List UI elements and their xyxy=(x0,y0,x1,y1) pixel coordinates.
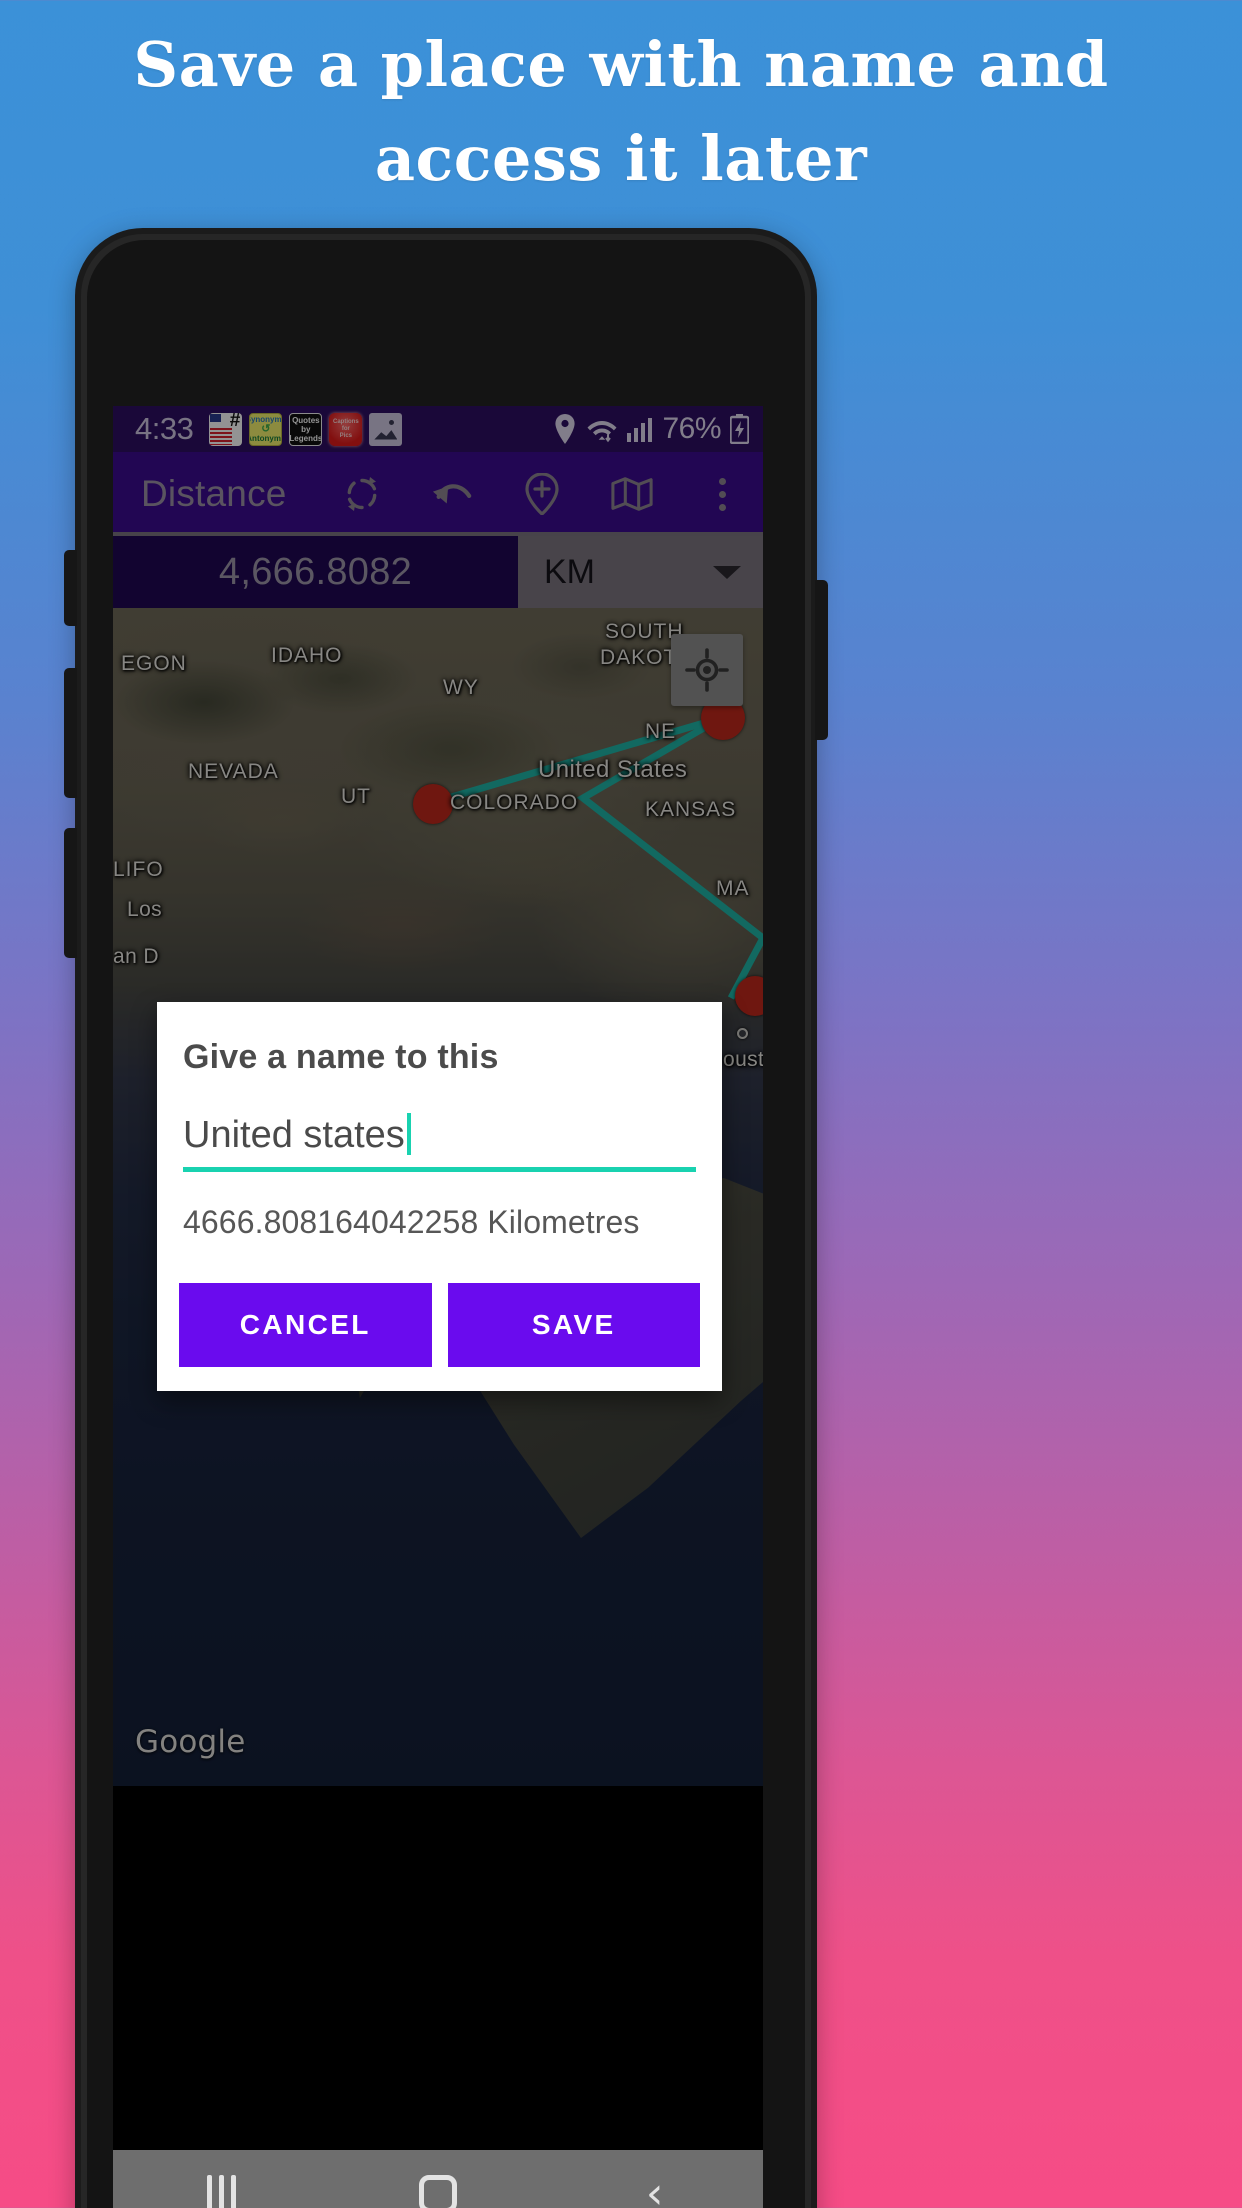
home-icon xyxy=(419,2175,457,2208)
recents-icon xyxy=(206,2175,236,2208)
dialog-distance-text: 4666.808164042258 Kilometres xyxy=(183,1204,640,1240)
name-input-wrapper[interactable]: United states xyxy=(179,1113,700,1172)
dialog-actions: CANCEL SAVE xyxy=(179,1283,700,1367)
promo-headline-line1: Save a place with name and xyxy=(133,28,1109,101)
system-nav-bar: ‹ xyxy=(113,2150,763,2208)
save-place-dialog: Give a name to this United states 4666.8… xyxy=(157,1002,722,1391)
name-input-value: United states xyxy=(183,1114,405,1156)
phone-mockup: 4:33 # Synonyms ↺ Antonyms QuotesbyLegen… xyxy=(64,228,828,2208)
phone-screen: 4:33 # Synonyms ↺ Antonyms QuotesbyLegen… xyxy=(113,406,763,2208)
save-button[interactable]: SAVE xyxy=(447,1283,700,1367)
cancel-button[interactable]: CANCEL xyxy=(179,1283,432,1367)
nav-home-button[interactable] xyxy=(330,2175,547,2208)
text-cursor xyxy=(406,1113,411,1155)
nav-back-button[interactable]: ‹ xyxy=(546,2168,763,2208)
back-icon: ‹ xyxy=(645,2168,664,2208)
nav-recents-button[interactable] xyxy=(113,2175,330,2208)
phone-button-volume-up[interactable] xyxy=(64,668,77,798)
phone-button-power[interactable] xyxy=(815,580,828,740)
name-input[interactable]: United states xyxy=(183,1113,696,1172)
phone-button-bixby[interactable] xyxy=(64,550,77,626)
phone-button-volume-down[interactable] xyxy=(64,828,77,958)
promo-headline-line2: access it later xyxy=(374,122,868,195)
dialog-title: Give a name to this xyxy=(183,1038,499,1076)
promo-headline: Save a place with name and access it lat… xyxy=(0,18,1242,206)
